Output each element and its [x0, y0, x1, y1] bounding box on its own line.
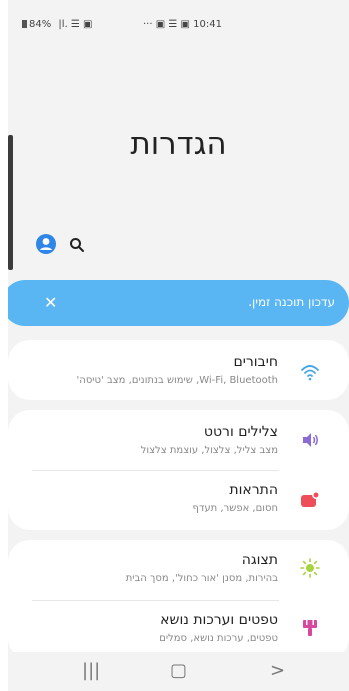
- settings-item-wallpapers[interactable]: טפטים וערכות נושא טפטים, ערכות נושא, סמל…: [8, 600, 349, 655]
- settings-card-sound: צלילים ורטט מצב צליל, צלצול, עוצמת צלצול…: [8, 410, 349, 530]
- settings-item-title: תצוגה: [241, 552, 278, 568]
- battery-icon: [22, 20, 27, 28]
- status-left-icons: |l. ☰ ▣: [58, 19, 93, 30]
- battery-percent: 84%: [29, 19, 55, 30]
- banner-text: עדכון תוכנה זמין.: [248, 295, 335, 309]
- settings-item-subtitle: מצב צליל, צלצול, עוצמת צלצול: [140, 445, 278, 456]
- speaker-icon: [303, 433, 318, 447]
- banner-close-icon[interactable]: ✕: [44, 293, 57, 312]
- update-banner[interactable]: ✕ עדכון תוכנה זמין.: [8, 280, 349, 326]
- settings-item-notifications[interactable]: התראות חסום, אפשר, תעדף: [8, 470, 349, 530]
- recents-button[interactable]: |||: [82, 660, 100, 681]
- settings-item-title: התראות: [229, 482, 278, 498]
- search-icon[interactable]: [69, 237, 85, 253]
- profile-avatar-icon[interactable]: [36, 234, 56, 254]
- status-right: ··· ▣ ☰ ▣ 10:41: [143, 19, 222, 30]
- settings-item-sounds[interactable]: צלילים ורטט מצב צליל, צלצול, עוצמת צלצול: [8, 410, 349, 470]
- screen-edge: [0, 0, 8, 691]
- page-title: הגדרות: [130, 126, 227, 162]
- settings-screen: 84% |l. ☰ ▣ ··· ▣ ☰ ▣ 10:41 הגדרות ✕ עדכ…: [8, 0, 349, 691]
- brush-icon: [303, 620, 317, 636]
- settings-item-subtitle: טפטים, ערכות נושא, סמלים: [159, 633, 278, 644]
- settings-item-connections[interactable]: חיבורים Wi-Fi, Bluetooth, שימוש בנתונים,…: [8, 340, 349, 400]
- wifi-icon: [301, 365, 319, 381]
- settings-item-title: טפטים וערכות נושא: [160, 612, 278, 628]
- settings-item-subtitle: בהירות, מסנן 'אור כחול', מסך הבית: [125, 573, 278, 584]
- navigation-bar: ||| ▢ >: [8, 652, 349, 691]
- settings-item-title: חיבורים: [233, 354, 278, 370]
- home-button[interactable]: ▢: [170, 660, 187, 681]
- settings-card-connections: חיבורים Wi-Fi, Bluetooth, שימוש בנתונים,…: [8, 340, 349, 400]
- edge-panel-handle[interactable]: [8, 135, 13, 270]
- status-bar: 84% |l. ☰ ▣ ··· ▣ ☰ ▣ 10:41: [8, 0, 349, 36]
- sun-icon: [300, 558, 320, 578]
- settings-item-display[interactable]: תצוגה בהירות, מסנן 'אור כחול', מסך הבית: [8, 540, 349, 600]
- settings-item-subtitle: Wi-Fi, Bluetooth, שימוש בנתונים, מצב 'טי…: [76, 375, 278, 386]
- settings-item-title: צלילים ורטט: [203, 424, 278, 440]
- back-button[interactable]: >: [270, 660, 285, 681]
- notification-icon: [301, 491, 320, 507]
- settings-item-subtitle: חסום, אפשר, תעדף: [192, 503, 278, 514]
- settings-card-display: תצוגה בהירות, מסנן 'אור כחול', מסך הבית …: [8, 540, 349, 660]
- status-left: 84% |l. ☰ ▣: [22, 19, 93, 30]
